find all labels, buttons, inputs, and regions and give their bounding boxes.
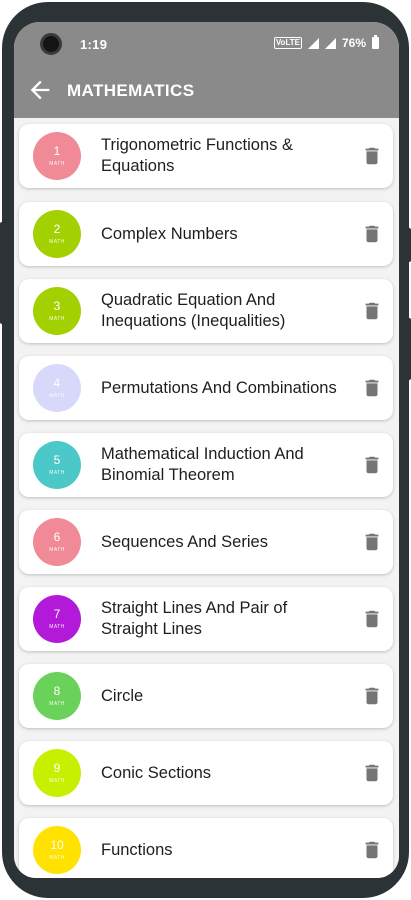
list-item[interactable]: 1 MATH Trigonometric Functions & Equatio… <box>19 124 393 188</box>
list-item[interactable]: 2 MATH Complex Numbers <box>19 202 393 266</box>
list-item[interactable]: 8 MATH Circle <box>19 664 393 728</box>
list-item[interactable]: 6 MATH Sequences And Series <box>19 510 393 574</box>
screen: 1:19 VoLTE 76% MATHEMATICS 1 MATH Trigon… <box>14 22 399 878</box>
list-item[interactable]: 3 MATH Quadratic Equation And Inequation… <box>19 279 393 343</box>
delete-button[interactable] <box>361 145 383 167</box>
chapter-title: Quadratic Equation And Inequations (Ineq… <box>101 291 286 330</box>
header: 1:19 VoLTE 76% MATHEMATICS <box>14 22 399 118</box>
chapter-tag: MATH <box>49 778 65 784</box>
trash-icon <box>365 533 379 551</box>
trash-icon <box>365 841 379 859</box>
chapter-badge: 10 MATH <box>33 826 81 874</box>
trash-icon <box>365 147 379 165</box>
chapter-title: Permutations And Combinations <box>101 378 337 397</box>
trash-icon <box>365 225 379 243</box>
battery-icon <box>372 35 379 49</box>
chapter-tag: MATH <box>49 624 65 630</box>
back-button[interactable] <box>26 76 54 104</box>
list-item[interactable]: 9 MATH Conic Sections <box>19 741 393 805</box>
power-button <box>0 222 4 324</box>
page-title: MATHEMATICS <box>67 81 195 100</box>
list-item[interactable]: 7 MATH Straight Lines And Pair of Straig… <box>19 587 393 651</box>
delete-button[interactable] <box>361 377 383 399</box>
delete-button[interactable] <box>361 608 383 630</box>
delete-button[interactable] <box>361 223 383 245</box>
chapter-title: Functions <box>101 840 173 859</box>
chapter-badge: 7 MATH <box>33 595 81 643</box>
chapter-tag: MATH <box>49 701 65 707</box>
delete-button[interactable] <box>361 454 383 476</box>
trash-icon <box>365 302 379 320</box>
chapter-tag: MATH <box>49 470 65 476</box>
chapter-tag: MATH <box>49 161 65 167</box>
chapter-badge: 3 MATH <box>33 287 81 335</box>
signal-icon-2 <box>324 37 336 49</box>
trash-icon <box>365 764 379 782</box>
chapter-badge: 9 MATH <box>33 749 81 797</box>
trash-icon <box>365 456 379 474</box>
chapter-badge: 6 MATH <box>33 518 81 566</box>
chapter-number: 3 <box>53 299 61 313</box>
chapter-number: 10 <box>50 838 64 852</box>
chapter-number: 9 <box>53 761 61 775</box>
chapter-badge: 2 MATH <box>33 210 81 258</box>
chapter-badge: 4 MATH <box>33 364 81 412</box>
chapter-tag: MATH <box>49 547 65 553</box>
list-item[interactable]: 5 MATH Mathematical Induction And Binomi… <box>19 433 393 497</box>
list-item[interactable]: 4 MATH Permutations And Combinations <box>19 356 393 420</box>
chapter-number: 4 <box>53 376 61 390</box>
delete-button[interactable] <box>361 300 383 322</box>
chapter-title: Circle <box>101 686 144 705</box>
battery-percent: 76% <box>341 36 366 50</box>
chapter-title: Straight Lines And Pair of Straight Line… <box>101 599 288 638</box>
delete-button[interactable] <box>361 685 383 707</box>
volume-button <box>407 228 411 262</box>
trash-icon <box>365 379 379 397</box>
chapter-title: Complex Numbers <box>101 224 238 243</box>
chapter-number: 6 <box>53 530 61 544</box>
status-icons: VoLTE 76% <box>273 35 379 50</box>
status-time: 1:19 <box>80 37 108 52</box>
chapter-tag: MATH <box>49 393 65 399</box>
chapter-list[interactable]: 1 MATH Trigonometric Functions & Equatio… <box>14 118 399 878</box>
arrow-left-icon <box>30 80 50 100</box>
chapter-number: 2 <box>53 222 61 236</box>
chapter-title: Mathematical Induction And Binomial Theo… <box>101 445 304 484</box>
volume-button-lower <box>407 318 411 380</box>
chapter-number: 1 <box>53 144 61 158</box>
chapter-number: 7 <box>53 607 61 621</box>
trash-icon <box>365 687 379 705</box>
app-bar: MATHEMATICS <box>14 66 399 118</box>
signal-icon <box>307 37 319 49</box>
list-item[interactable]: 10 MATH Functions <box>19 818 393 878</box>
chapter-badge: 5 MATH <box>33 441 81 489</box>
delete-button[interactable] <box>361 531 383 553</box>
volte-indicator: VoLTE <box>273 37 302 49</box>
chapter-number: 5 <box>53 453 61 467</box>
delete-button[interactable] <box>361 839 383 861</box>
delete-button[interactable] <box>361 762 383 784</box>
status-bar: 1:19 VoLTE 76% <box>14 22 399 66</box>
chapter-number: 8 <box>53 684 61 698</box>
chapter-badge: 1 MATH <box>33 132 81 180</box>
chapter-badge: 8 MATH <box>33 672 81 720</box>
chapter-tag: MATH <box>49 316 65 322</box>
chapter-tag: MATH <box>49 855 65 861</box>
trash-icon <box>365 610 379 628</box>
front-camera <box>40 33 62 55</box>
chapter-tag: MATH <box>49 239 65 245</box>
chapter-title: Trigonometric Functions & Equations <box>101 136 293 175</box>
chapter-title: Sequences And Series <box>101 532 268 551</box>
chapter-title: Conic Sections <box>101 763 212 782</box>
